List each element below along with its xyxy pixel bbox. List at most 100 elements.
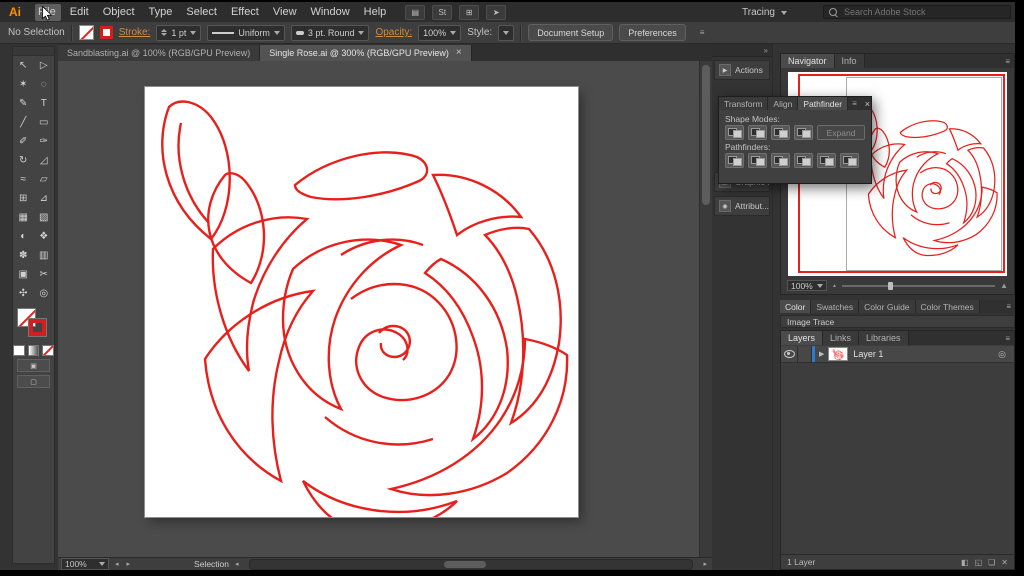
divide-icon[interactable] <box>725 153 744 168</box>
scroll-right-icon[interactable]: ▸ <box>701 560 709 568</box>
expand-button[interactable]: Expand <box>817 125 865 140</box>
gradient-button[interactable] <box>28 345 40 356</box>
slice-tool-icon[interactable]: ✂ <box>34 265 55 284</box>
blend-tool-icon[interactable]: ❖ <box>34 227 55 246</box>
stroke-proxy-swatch[interactable] <box>29 319 46 336</box>
zoom-tool-icon[interactable]: ◎ <box>34 284 55 303</box>
drawing-mode-button[interactable]: ▣ <box>17 359 50 372</box>
artboard[interactable] <box>145 87 578 517</box>
artboard-prev-icon[interactable]: ◂ <box>113 560 121 568</box>
image-trace-panel-header[interactable]: Image Trace <box>780 315 1015 328</box>
line-segment-tool-icon[interactable]: ╱ <box>13 113 34 132</box>
rotate-tool-icon[interactable]: ↻ <box>13 151 34 170</box>
type-tool-icon[interactable]: T <box>34 94 55 113</box>
horizontal-scrollbar-thumb[interactable] <box>444 561 486 568</box>
pencil-tool-icon[interactable]: ✑ <box>34 132 55 151</box>
outline-icon[interactable] <box>817 153 836 168</box>
artboard-next-icon[interactable]: ▸ <box>125 560 133 568</box>
navigator-zoom-slider[interactable] <box>842 285 995 287</box>
direct-selection-tool-icon[interactable]: ▷ <box>34 56 55 75</box>
arrange-documents-icon[interactable]: ⊞ <box>459 5 479 20</box>
delete-selection-icon[interactable]: ✕ <box>1001 558 1008 567</box>
menu-item[interactable]: Edit <box>63 6 96 18</box>
tab-align[interactable]: Align <box>768 97 798 110</box>
artboard-tool-icon[interactable]: ▣ <box>13 265 34 284</box>
hand-tool-icon[interactable]: ✣ <box>13 284 34 303</box>
screen-mode-button[interactable]: ▢ <box>17 375 50 388</box>
width-tool-icon[interactable]: ≈ <box>13 170 34 189</box>
gradient-tool-icon[interactable]: ▧ <box>34 208 55 227</box>
stepper-arrows-icon[interactable] <box>161 29 167 36</box>
tab-links[interactable]: Links <box>823 331 859 345</box>
zoom-out-icon[interactable]: ▲ <box>832 283 837 289</box>
search-input[interactable] <box>842 6 1005 18</box>
lock-toggle[interactable] <box>798 346 812 362</box>
menu-item[interactable]: Object <box>96 6 142 18</box>
tab-libraries[interactable]: Libraries <box>859 331 909 345</box>
make-clipping-mask-icon[interactable]: ◧ <box>961 558 969 567</box>
brush-dropdown[interactable]: 3 pt. Round <box>291 25 370 41</box>
magic-wand-tool-icon[interactable]: ✶ <box>13 75 34 94</box>
zoom-level-dropdown[interactable]: 100% <box>61 558 109 570</box>
navigator-zoom-slider-thumb[interactable] <box>888 282 893 290</box>
document-setup-button[interactable]: Document Setup <box>528 24 613 41</box>
panel-menu-icon[interactable]: ≡ <box>1002 300 1015 313</box>
rectangle-tool-icon[interactable]: ▭ <box>34 113 55 132</box>
fill-color-swatch[interactable] <box>79 25 94 40</box>
unite-icon[interactable] <box>725 125 744 140</box>
menu-item[interactable]: Effect <box>224 6 266 18</box>
tab-swatches[interactable]: Swatches <box>811 300 859 313</box>
tab-color-guide[interactable]: Color Guide <box>859 300 915 313</box>
merge-icon[interactable] <box>771 153 790 168</box>
gpu-performance-icon[interactable]: ▤ <box>405 5 425 20</box>
menu-item[interactable]: Window <box>304 6 357 18</box>
free-transform-tool-icon[interactable]: ▱ <box>34 170 55 189</box>
preferences-button[interactable]: Preferences <box>619 24 686 41</box>
horizontal-scrollbar[interactable] <box>249 559 694 570</box>
create-new-sublayer-icon[interactable]: ◱ <box>975 558 983 567</box>
panel-menu-icon[interactable]: ≡ <box>848 97 861 110</box>
canvas-area[interactable] <box>58 61 712 557</box>
variable-width-dropdown[interactable]: Uniform <box>207 25 285 41</box>
actions-panel-button[interactable]: ▶ Actions <box>714 60 770 80</box>
mesh-tool-icon[interactable]: ▦ <box>13 208 34 227</box>
collapse-panels-icon[interactable]: » <box>764 46 768 55</box>
tab-layers[interactable]: Layers <box>781 331 823 345</box>
close-icon[interactable]: × <box>456 48 462 58</box>
layer-thumbnail[interactable] <box>828 347 848 361</box>
color-button[interactable] <box>13 345 25 356</box>
tab-color[interactable]: Color <box>780 300 811 313</box>
tab-color-themes[interactable]: Color Themes <box>916 300 980 313</box>
column-graph-tool-icon[interactable]: ▥ <box>34 246 55 265</box>
adobe-stock-icon[interactable]: St <box>432 5 452 20</box>
menu-item[interactable]: Type <box>142 6 180 18</box>
workspace-switcher[interactable]: Tracing <box>742 5 787 20</box>
lasso-tool-icon[interactable]: ◌ <box>34 75 55 94</box>
create-new-layer-icon[interactable]: ❏ <box>988 558 995 567</box>
document-tab-sandblasting[interactable]: Sandblasting.ai @ 100% (RGB/GPU Preview) <box>58 45 260 61</box>
expand-chevron-icon[interactable]: ▶ <box>819 350 824 358</box>
control-panel-menu-icon[interactable]: ≡ <box>696 28 709 37</box>
eyedropper-tool-icon[interactable]: ◐ <box>13 227 34 246</box>
zoom-in-icon[interactable]: ▲ <box>1000 281 1008 290</box>
exclude-icon[interactable] <box>794 125 813 140</box>
stroke-color-swatch[interactable] <box>100 26 113 39</box>
minus-back-icon[interactable] <box>840 153 859 168</box>
vertical-scrollbar-thumb[interactable] <box>702 65 710 205</box>
layer-name[interactable]: Layer 1 <box>853 349 883 359</box>
stroke-weight-stepper[interactable]: 1 pt <box>156 25 201 41</box>
attributes-panel-button[interactable]: ◉ Attribut... <box>714 196 770 216</box>
scale-tool-icon[interactable]: ◿ <box>34 151 55 170</box>
close-icon[interactable]: × <box>861 97 874 110</box>
selection-tool-icon[interactable]: ↖ <box>13 56 34 75</box>
panel-menu-icon[interactable]: ≡ <box>1001 331 1014 345</box>
status-indicator[interactable]: Selection <box>194 559 229 569</box>
style-dropdown[interactable] <box>498 25 514 41</box>
paintbrush-tool-icon[interactable]: ✐ <box>13 132 34 151</box>
panel-menu-icon[interactable]: ≡ <box>1001 54 1014 68</box>
trim-icon[interactable] <box>748 153 767 168</box>
layer-row[interactable]: ▶ Layer 1 ◎ <box>781 346 1014 363</box>
tools-panel-grip[interactable] <box>13 47 54 56</box>
crop-icon[interactable] <box>794 153 813 168</box>
perspective-grid-tool-icon[interactable]: ⊿ <box>34 189 55 208</box>
